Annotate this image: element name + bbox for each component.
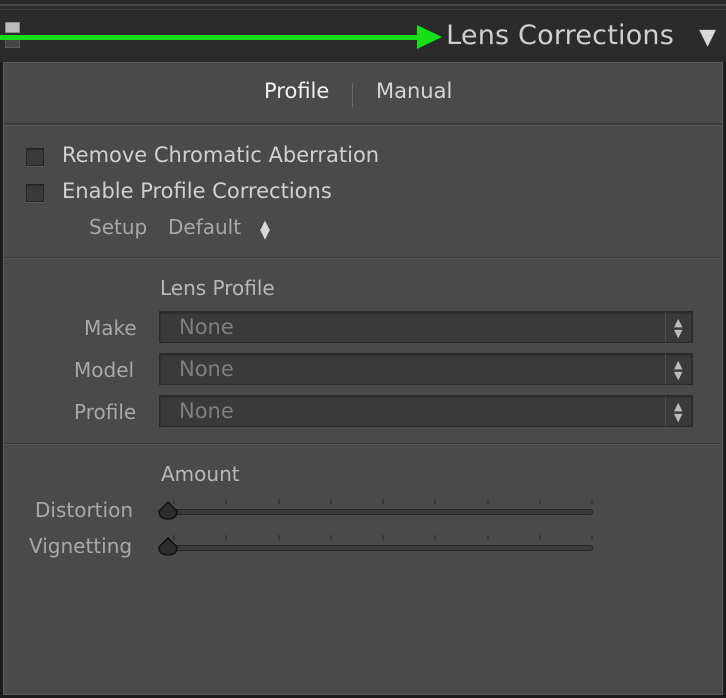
slider-tick: [591, 535, 593, 540]
slider-tick: [538, 499, 541, 504]
make-label: Make: [84, 316, 137, 340]
triangle-down-icon[interactable]: ▼: [699, 25, 716, 50]
tabs-bar: Profile Manual: [4, 63, 722, 126]
distortion-slider-thumb[interactable]: [157, 501, 179, 521]
slider-tick: [277, 499, 280, 504]
slider-tick: [486, 535, 489, 540]
setup-label: Setup: [89, 215, 148, 239]
slider-tick: [225, 535, 228, 540]
model-label: Model: [74, 358, 135, 382]
lens-profile-title: Lens Profile: [160, 276, 275, 300]
remove-ca-label[interactable]: Remove Chromatic Aberration: [62, 143, 379, 167]
remove-ca-checkbox[interactable]: [26, 148, 44, 166]
slider-tick: [434, 535, 437, 540]
slider-tick: [486, 499, 489, 504]
make-select[interactable]: None ▲ ▼: [159, 311, 693, 343]
model-select[interactable]: None ▲ ▼: [159, 353, 693, 385]
vignetting-label: Vignetting: [29, 534, 133, 558]
slider-tick: [434, 499, 437, 504]
up-down-arrows-icon: ▲ ▼: [665, 396, 692, 426]
panel-title: Lens Corrections: [446, 20, 674, 51]
tab-profile[interactable]: Profile: [264, 79, 329, 103]
up-down-arrows-icon: ▲ ▼: [665, 354, 692, 384]
amount-title: Amount: [161, 462, 240, 486]
setup-value[interactable]: Default: [168, 215, 241, 239]
vignetting-slider[interactable]: [161, 545, 593, 551]
lens-corrections-panel: Profile Manual Remove Chromatic Aberrati…: [3, 62, 723, 695]
model-value: None: [179, 357, 234, 381]
solo-mode-switch[interactable]: [5, 22, 20, 33]
profile-value: None: [179, 399, 234, 423]
divider: [4, 257, 722, 258]
slider-tick: [382, 499, 384, 504]
slider-tick: [277, 535, 280, 540]
slider-tick: [225, 499, 228, 504]
enable-profile-label[interactable]: Enable Profile Corrections: [62, 179, 332, 203]
divider: [4, 443, 722, 444]
tab-separator: [352, 83, 353, 107]
green-arrow-head: [417, 25, 442, 49]
distortion-label: Distortion: [35, 498, 133, 522]
tab-manual[interactable]: Manual: [376, 79, 452, 103]
panel-header[interactable]: Lens Corrections ▼: [0, 10, 726, 62]
enable-profile-checkbox[interactable]: [26, 184, 44, 202]
make-value: None: [179, 315, 234, 339]
slider-tick: [591, 499, 593, 504]
profile-label: Profile: [74, 400, 137, 424]
top-strip: [0, 0, 726, 10]
vignetting-slider-thumb[interactable]: [157, 537, 179, 557]
slider-tick: [329, 535, 332, 540]
slider-tick: [382, 535, 384, 540]
distortion-slider[interactable]: [161, 509, 593, 515]
up-down-arrows-icon[interactable]: ▲ ▼: [259, 219, 271, 241]
up-down-arrows-icon: ▲ ▼: [665, 312, 692, 342]
slider-tick: [538, 535, 541, 540]
slider-tick: [329, 499, 332, 504]
green-arrow-right-icon: [0, 35, 420, 40]
profile-select[interactable]: None ▲ ▼: [159, 395, 693, 427]
